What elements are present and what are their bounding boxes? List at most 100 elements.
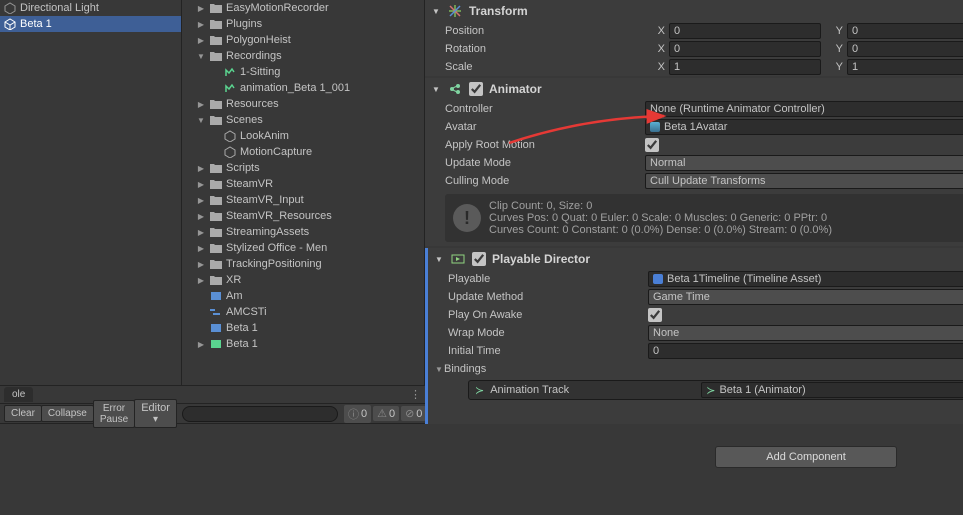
playable-enabled-checkbox[interactable] bbox=[472, 252, 486, 266]
foldout-icon[interactable]: ▼ bbox=[431, 84, 441, 94]
info-icon: ⓘ bbox=[348, 406, 359, 422]
hierarchy-item-label: Beta 1 bbox=[20, 18, 52, 30]
foldout-icon[interactable] bbox=[210, 67, 220, 77]
playable-director-component: ▼ Playable Director ?⇄⋮ Playable Beta 1T… bbox=[425, 248, 963, 424]
foldout-icon[interactable]: ▶ bbox=[196, 243, 206, 253]
foldout-icon[interactable]: ▶ bbox=[196, 339, 206, 349]
tree-item[interactable]: ▶Scripts bbox=[182, 160, 424, 176]
folder-icon bbox=[209, 162, 223, 174]
tree-item[interactable]: ▶TrackingPositioning bbox=[182, 256, 424, 272]
clear-button[interactable]: Clear bbox=[4, 405, 42, 422]
tree-item[interactable]: MotionCapture bbox=[182, 144, 424, 160]
tree-item[interactable]: ▶SteamVR_Resources bbox=[182, 208, 424, 224]
foldout-icon[interactable]: ▶ bbox=[196, 163, 206, 173]
foldout-icon[interactable]: ▶ bbox=[196, 99, 206, 109]
foldout-icon[interactable]: ▼ bbox=[434, 254, 444, 264]
foldout-icon[interactable] bbox=[210, 83, 220, 93]
console-panel: ole ⋮ Clear Collapse Error Pause Editor … bbox=[0, 385, 425, 515]
tree-item[interactable]: ▶Beta 1 bbox=[182, 336, 424, 352]
foldout-icon[interactable]: ▼ bbox=[434, 364, 444, 374]
play-on-awake-checkbox[interactable] bbox=[648, 308, 662, 322]
foldout-icon[interactable]: ▶ bbox=[196, 35, 206, 45]
binding-target-field[interactable]: ≻Beta 1 (Animator) bbox=[701, 382, 963, 398]
position-x-input[interactable] bbox=[669, 23, 821, 39]
timeline-icon bbox=[209, 306, 223, 318]
collapse-button[interactable]: Collapse bbox=[41, 405, 94, 422]
foldout-icon[interactable] bbox=[196, 307, 206, 317]
panel-menu-icon[interactable]: ⋮ bbox=[410, 388, 421, 401]
error-pause-button[interactable]: Error Pause bbox=[93, 400, 135, 428]
tree-item[interactable]: ▶Stylized Office - Men bbox=[182, 240, 424, 256]
tree-item[interactable]: ▶EasyMotionRecorder bbox=[182, 0, 424, 16]
foldout-icon[interactable]: ▶ bbox=[196, 275, 206, 285]
prefab-icon bbox=[209, 322, 223, 334]
initial-time-input[interactable] bbox=[648, 343, 963, 359]
folder-icon bbox=[209, 98, 223, 110]
foldout-icon[interactable]: ▶ bbox=[196, 3, 206, 13]
avatar-field[interactable]: Beta 1Avatar bbox=[645, 119, 963, 135]
console-tab[interactable]: ole bbox=[4, 387, 33, 402]
tree-item[interactable]: ▶SteamVR bbox=[182, 176, 424, 192]
light-icon bbox=[4, 2, 16, 14]
rotation-x-input[interactable] bbox=[669, 41, 821, 57]
foldout-icon[interactable]: ▶ bbox=[196, 227, 206, 237]
foldout-icon[interactable]: ▼ bbox=[196, 115, 206, 125]
info-count-badge[interactable]: ⓘ0 bbox=[344, 405, 371, 423]
foldout-icon[interactable]: ▶ bbox=[196, 195, 206, 205]
tree-item[interactable]: Am bbox=[182, 288, 424, 304]
error-count-badge[interactable]: ⊘0 bbox=[401, 406, 426, 421]
editor-dropdown[interactable]: Editor ▾ bbox=[134, 399, 177, 428]
foldout-icon[interactable]: ▼ bbox=[196, 51, 206, 61]
anim-icon bbox=[223, 82, 237, 94]
add-component-button[interactable]: Add Component bbox=[715, 446, 897, 468]
foldout-icon[interactable] bbox=[196, 323, 206, 333]
animator-icon: ≻ bbox=[706, 384, 715, 397]
update-mode-dropdown[interactable]: Normal▾ bbox=[645, 155, 963, 171]
component-header[interactable]: ▼ Animator ?⇄⋮ bbox=[425, 78, 963, 100]
tree-item-label: Scenes bbox=[226, 114, 263, 126]
culling-mode-dropdown[interactable]: Cull Update Transforms▾ bbox=[645, 173, 963, 189]
foldout-icon[interactable]: ▶ bbox=[196, 179, 206, 189]
foldout-icon[interactable]: ▶ bbox=[196, 19, 206, 29]
tree-item[interactable]: ▶XR bbox=[182, 272, 424, 288]
console-search-input[interactable] bbox=[182, 406, 338, 422]
scale-y-input[interactable] bbox=[847, 59, 963, 75]
tree-item[interactable]: animation_Beta 1_001 bbox=[182, 80, 424, 96]
controller-field[interactable]: None (Runtime Animator Controller) bbox=[645, 101, 963, 117]
component-header[interactable]: ▼ Transform ?⇄⋮ bbox=[425, 0, 963, 22]
hierarchy-item[interactable]: Beta 1 bbox=[0, 16, 181, 32]
wrap-mode-dropdown[interactable]: None▾ bbox=[648, 325, 963, 341]
tree-item[interactable]: ▶PolygonHeist bbox=[182, 32, 424, 48]
rotation-y-input[interactable] bbox=[847, 41, 963, 57]
tree-item-label: MotionCapture bbox=[240, 146, 312, 158]
update-mode-label: Update Mode bbox=[445, 157, 645, 169]
warn-count-badge[interactable]: ⚠0 bbox=[373, 406, 399, 421]
inspector-panel: ▼ Transform ?⇄⋮ Position X Y Z Rotation … bbox=[425, 0, 963, 515]
tree-item[interactable]: ▶Resources bbox=[182, 96, 424, 112]
tree-item[interactable]: 1-Sitting bbox=[182, 64, 424, 80]
tree-item[interactable]: ▼Recordings bbox=[182, 48, 424, 64]
apply-root-motion-checkbox[interactable] bbox=[645, 138, 659, 152]
tree-item[interactable]: ▶Plugins bbox=[182, 16, 424, 32]
scale-x-input[interactable] bbox=[669, 59, 821, 75]
component-header[interactable]: ▼ Playable Director ?⇄⋮ bbox=[428, 248, 963, 270]
foldout-icon[interactable] bbox=[196, 291, 206, 301]
position-y-input[interactable] bbox=[847, 23, 963, 39]
tree-item[interactable]: LookAnim bbox=[182, 128, 424, 144]
animator-enabled-checkbox[interactable] bbox=[469, 82, 483, 96]
foldout-icon[interactable] bbox=[210, 147, 220, 157]
foldout-icon[interactable]: ▶ bbox=[196, 259, 206, 269]
update-method-dropdown[interactable]: Game Time▾ bbox=[648, 289, 963, 305]
tree-item[interactable]: ▶SteamVR_Input bbox=[182, 192, 424, 208]
foldout-icon[interactable] bbox=[210, 131, 220, 141]
hierarchy-item[interactable]: Directional Light bbox=[0, 0, 181, 16]
tree-item[interactable]: ▼ Scenes bbox=[182, 112, 424, 128]
tree-item[interactable]: ▶StreamingAssets bbox=[182, 224, 424, 240]
tree-item[interactable]: Beta 1 bbox=[182, 320, 424, 336]
info-icon: ! bbox=[453, 204, 481, 232]
foldout-icon[interactable]: ▼ bbox=[431, 6, 441, 16]
anim-icon bbox=[223, 66, 237, 78]
tree-item[interactable]: AMCSTi bbox=[182, 304, 424, 320]
foldout-icon[interactable]: ▶ bbox=[196, 211, 206, 221]
playable-field[interactable]: Beta 1Timeline (Timeline Asset) bbox=[648, 271, 963, 287]
